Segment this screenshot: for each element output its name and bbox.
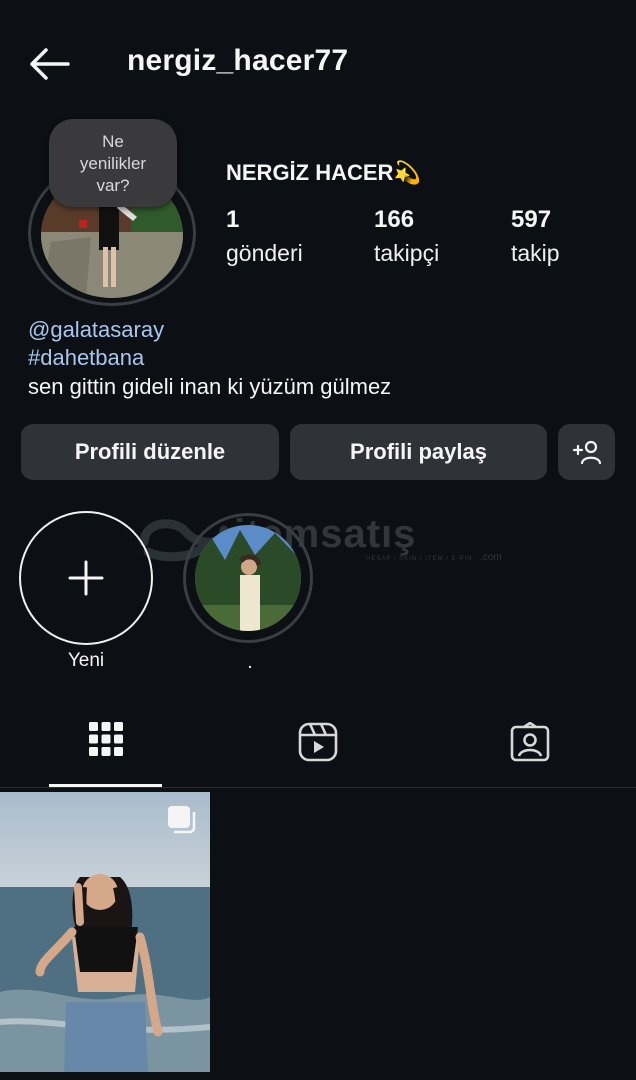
tagged-person-icon: [510, 722, 550, 762]
stat-following-label: takip: [511, 240, 560, 266]
notes-bubble-line: Ne: [102, 132, 124, 151]
bio-text: sen gittin gideli inan ki yüzüm gülmez: [28, 374, 392, 399]
stat-followers[interactable]: 166 takipçi: [374, 206, 439, 267]
notes-bubble[interactable]: Ne yenilikler var?: [49, 119, 177, 207]
tab-tagged[interactable]: [475, 722, 585, 770]
stat-posts-label: gönderi: [226, 240, 303, 266]
stat-posts-count: 1: [226, 206, 240, 233]
carousel-icon: [168, 806, 196, 834]
notes-bubble-line: var?: [96, 176, 130, 195]
stat-posts[interactable]: 1 gönderi: [226, 206, 303, 267]
highlight-item-label: .: [247, 652, 253, 673]
back-button[interactable]: [26, 44, 72, 84]
grid-icon: [89, 722, 123, 756]
tab-reels[interactable]: [263, 722, 373, 770]
stat-following-count: 597: [511, 206, 552, 233]
add-person-icon: [572, 440, 601, 465]
highlight-item[interactable]: [183, 513, 317, 647]
stat-followers-count: 166: [374, 206, 415, 233]
highlight-photo: [195, 525, 301, 631]
stat-followers-label: takipçi: [374, 240, 440, 266]
plus-icon: [68, 560, 104, 596]
watermark-sub: HESAP / SKIN / ITEM / E-PIN: [366, 556, 473, 562]
highlight-new[interactable]: [19, 511, 153, 645]
watermark-suffix: .com: [480, 552, 502, 563]
profile-username: nergiz_hacer77: [127, 44, 349, 77]
edit-profile-button[interactable]: Profili düzenle: [21, 424, 279, 480]
reels-icon: [298, 722, 338, 762]
post-thumbnail[interactable]: [0, 792, 210, 1072]
threads-link[interactable]: @galatasaray: [28, 317, 164, 343]
stat-following[interactable]: 597 takip: [511, 206, 560, 267]
tabs-divider: [0, 787, 636, 788]
notes-bubble-line: yenilikler: [79, 154, 147, 173]
highlight-new-circle: [19, 511, 153, 645]
arrow-left-icon: [30, 48, 70, 80]
share-profile-button[interactable]: Profili paylaş: [290, 424, 547, 480]
bio-hashtag[interactable]: #dahetbana: [28, 345, 144, 371]
discover-people-button[interactable]: [558, 424, 615, 480]
highlight-new-label: Yeni: [67, 650, 105, 671]
tab-posts[interactable]: [51, 722, 161, 770]
highlight-ring: [183, 513, 313, 643]
display-name: NERGİZ HACER💫: [226, 160, 421, 185]
